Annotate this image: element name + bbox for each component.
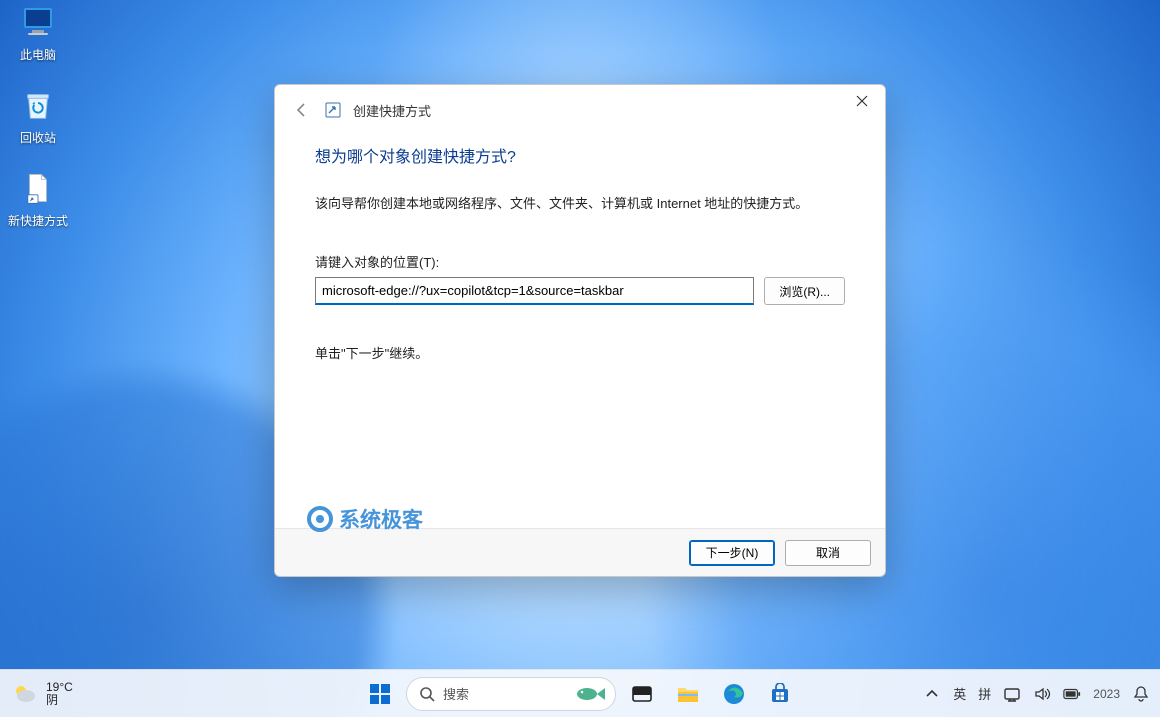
- back-button[interactable]: [291, 99, 313, 121]
- store-button[interactable]: [760, 674, 800, 714]
- taskbar-center: 搜索: [360, 674, 800, 714]
- monitor-icon: [18, 2, 58, 42]
- desktop-icon-label: 新快捷方式: [0, 212, 76, 229]
- location-input[interactable]: [315, 277, 754, 305]
- close-button[interactable]: [839, 85, 885, 117]
- dialog-footer: 下一步(N) 取消: [275, 528, 885, 576]
- desktop-icon-label: 回收站: [0, 129, 76, 146]
- close-icon: [856, 95, 868, 107]
- volume-icon: [1033, 685, 1051, 703]
- ime-language[interactable]: 英: [953, 684, 966, 703]
- bell-icon: [1132, 685, 1150, 703]
- next-button[interactable]: 下一步(N): [689, 540, 775, 566]
- task-view-button[interactable]: [622, 674, 662, 714]
- recycle-bin-icon: [18, 85, 58, 125]
- search-highlight-icon: [573, 684, 607, 704]
- taskbar: 19°C 阴 搜索: [0, 669, 1160, 717]
- desktop-icon-this-pc[interactable]: 此电脑: [0, 2, 76, 63]
- dialog-hint: 单击"下一步"继续。: [315, 343, 845, 362]
- task-view-icon: [631, 683, 653, 705]
- weather-cond: 阴: [46, 694, 73, 707]
- browse-button[interactable]: 浏览(R)...: [764, 277, 845, 305]
- location-label: 请键入对象的位置(T):: [315, 252, 845, 271]
- dialog-body: 想为哪个对象创建快捷方式? 该向导帮你创建本地或网络程序、文件、文件夹、计算机或…: [275, 121, 885, 528]
- desktop-icon-recycle-bin[interactable]: 回收站: [0, 85, 76, 146]
- watermark: 系统极客: [307, 504, 423, 534]
- arrow-left-icon: [294, 102, 310, 118]
- tray-year[interactable]: 2023: [1093, 687, 1120, 701]
- edge-button[interactable]: [714, 674, 754, 714]
- taskbar-weather[interactable]: 19°C 阴: [12, 681, 73, 707]
- start-button[interactable]: [360, 674, 400, 714]
- blank-file-icon: [18, 168, 58, 208]
- battery-button[interactable]: [1063, 685, 1081, 703]
- shortcut-icon: [325, 102, 341, 118]
- search-placeholder: 搜索: [443, 684, 469, 703]
- file-explorer-button[interactable]: [668, 674, 708, 714]
- dialog-question: 想为哪个对象创建快捷方式?: [315, 143, 845, 167]
- tray-overflow-button[interactable]: [923, 685, 941, 703]
- create-shortcut-dialog: 创建快捷方式 想为哪个对象创建快捷方式? 该向导帮你创建本地或网络程序、文件、文…: [274, 84, 886, 577]
- edge-icon: [722, 682, 746, 706]
- store-icon: [769, 683, 791, 705]
- desktop-icon-label: 此电脑: [0, 46, 76, 63]
- network-icon: [1003, 685, 1021, 703]
- notifications-button[interactable]: [1132, 685, 1150, 703]
- windows-icon: [368, 682, 392, 706]
- weather-temp: 19°C: [46, 681, 73, 694]
- dialog-title: 创建快捷方式: [353, 101, 431, 120]
- desktop-icon-new-shortcut[interactable]: 新快捷方式: [0, 168, 76, 229]
- chevron-up-icon: [925, 687, 939, 701]
- search-icon: [419, 686, 435, 702]
- cancel-button[interactable]: 取消: [785, 540, 871, 566]
- watermark-text: 系统极客: [339, 504, 423, 534]
- dialog-header: 创建快捷方式: [275, 85, 885, 121]
- weather-text: 19°C 阴: [46, 681, 73, 707]
- taskbar-tray: 英 拼 2023: [923, 684, 1150, 703]
- weather-icon: [12, 681, 38, 707]
- watermark-icon: [307, 506, 333, 532]
- dialog-description: 该向导帮你创建本地或网络程序、文件、文件夹、计算机或 Internet 地址的快…: [315, 193, 845, 212]
- volume-button[interactable]: [1033, 685, 1051, 703]
- folder-icon: [676, 682, 700, 706]
- network-button[interactable]: [1003, 685, 1021, 703]
- ime-mode[interactable]: 拼: [978, 684, 991, 703]
- taskbar-search[interactable]: 搜索: [406, 677, 616, 711]
- battery-icon: [1063, 687, 1081, 701]
